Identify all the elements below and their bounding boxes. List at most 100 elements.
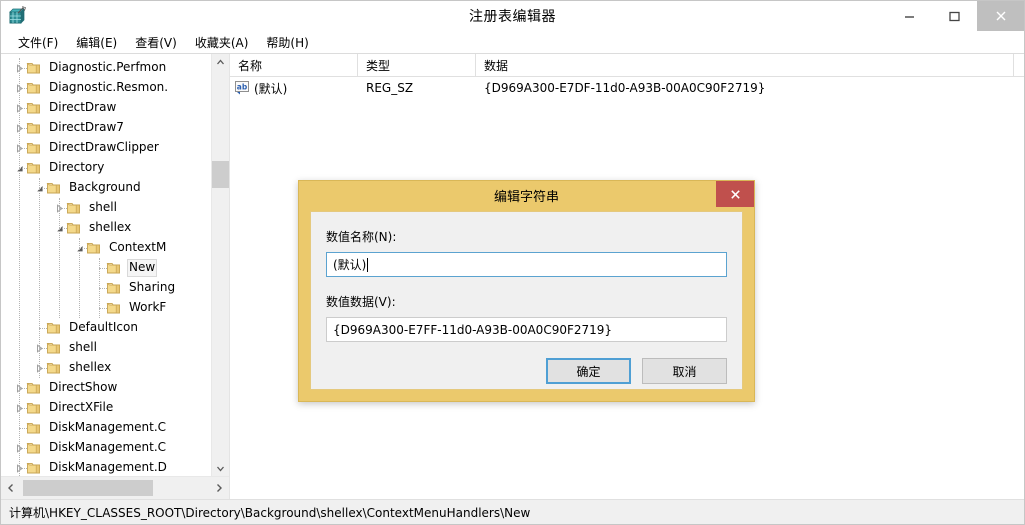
value-name-text: (默认)	[254, 81, 288, 96]
folder-icon	[46, 180, 62, 196]
tree-item-label: DiskManagement.C	[49, 420, 167, 434]
registry-editor-window: 注册表编辑器 文件(F) 编辑(E) 查看(V) 收藏夹(A) 帮助(H) Di…	[0, 0, 1025, 525]
tree-item-contextm[interactable]: ContextM	[1, 238, 212, 258]
minimize-button[interactable]	[887, 1, 932, 31]
folder-icon	[26, 380, 42, 396]
dialog-buttons: 确定 取消	[326, 358, 727, 384]
tree-item-diagnostic-perfmon[interactable]: Diagnostic.Perfmon	[1, 58, 212, 78]
ok-button[interactable]: 确定	[546, 358, 631, 384]
tree-item-label: New	[127, 259, 158, 277]
folder-icon	[26, 140, 42, 156]
tree-guide-line	[79, 238, 81, 318]
tree-vertical-scroll-thumb[interactable]	[212, 161, 229, 188]
tree-item-directdraw7[interactable]: DirectDraw7	[1, 118, 212, 138]
values-list-header: 名称 类型 数据	[230, 54, 1024, 77]
dialog-title: 编辑字符串	[493, 189, 559, 205]
tree-item-shellex[interactable]: shellex	[1, 358, 212, 378]
status-path: 计算机\HKEY_CLASSES_ROOT\Directory\Backgrou…	[9, 505, 531, 520]
value-data-input[interactable]: {D969A300-E7FF-11d0-A93B-00A0C90F2719}	[326, 317, 727, 342]
tree-item-diagnostic-resmon-[interactable]: Diagnostic.Resmon.	[1, 78, 212, 98]
folder-icon	[86, 240, 102, 256]
svg-text:ab: ab	[237, 82, 248, 91]
table-row[interactable]: ab (默认) REG_SZ {D969A300-E7DF-11d0-A93B-…	[230, 77, 1024, 99]
folder-icon	[46, 320, 62, 336]
window-controls	[887, 1, 1024, 31]
folder-icon	[26, 60, 42, 76]
column-header-type[interactable]: 类型	[358, 54, 476, 76]
tree-guide-connector	[19, 68, 27, 70]
folder-icon	[66, 220, 82, 236]
value-name-input-text: (默认)	[333, 258, 367, 272]
menu-edit[interactable]: 编辑(E)	[67, 32, 126, 54]
tree-item-label: ContextM	[109, 240, 167, 254]
tree-guide-connector	[99, 288, 107, 290]
tree-guide-connector	[19, 428, 27, 430]
tree-guide-connector	[79, 248, 87, 250]
dialog-titlebar: 编辑字符串	[299, 181, 754, 209]
value-name-input[interactable]: (默认)	[326, 252, 727, 277]
column-header-name[interactable]: 名称	[230, 54, 358, 76]
tree-item-diskmanagement-c[interactable]: DiskManagement.C	[1, 418, 212, 438]
tree-guide-connector	[59, 208, 67, 210]
value-data-input-text: {D969A300-E7FF-11d0-A93B-00A0C90F2719}	[333, 322, 613, 337]
tree-guide-connector	[19, 88, 27, 90]
tree-item-shell[interactable]: shell	[1, 338, 212, 358]
tree-guide-connector	[19, 468, 27, 470]
tree-horizontal-scrollbar[interactable]	[1, 476, 229, 499]
tree-item-directdraw[interactable]: DirectDraw	[1, 98, 212, 118]
tree-guide-connector	[59, 228, 67, 230]
column-header-data[interactable]: 数据	[476, 54, 1014, 76]
menu-favorites[interactable]: 收藏夹(A)	[186, 32, 258, 54]
main-content: Diagnostic.Perfmon Diagnostic.Resmon. Dire…	[1, 54, 1024, 499]
tree-item-shell[interactable]: shell	[1, 198, 212, 218]
tree-item-shellex[interactable]: shellex	[1, 218, 212, 238]
scroll-down-icon[interactable]	[212, 460, 229, 477]
folder-icon	[46, 340, 62, 356]
tree-item-label: WorkF	[129, 300, 167, 314]
tree-item-directshow[interactable]: DirectShow	[1, 378, 212, 398]
value-name-cell: ab (默认)	[230, 80, 358, 97]
maximize-button[interactable]	[932, 1, 977, 31]
tree-item-defaulticon[interactable]: DefaultIcon	[1, 318, 212, 338]
tree-item-label: DirectDrawClipper	[49, 140, 159, 154]
dialog-body: 数值名称(N): (默认) 数值数据(V): {D969A300-E7FF-11…	[310, 211, 743, 390]
tree-item-background[interactable]: Background	[1, 178, 212, 198]
tree-guide-connector	[19, 408, 27, 410]
tree-item-directdrawclipper[interactable]: DirectDrawClipper	[1, 138, 212, 158]
tree-item-label: DirectShow	[49, 380, 118, 394]
menu-file[interactable]: 文件(F)	[9, 32, 67, 54]
menu-view[interactable]: 查看(V)	[126, 32, 186, 54]
tree-item-label: shell	[89, 200, 117, 214]
tree-item-label: DiskManagement.D	[49, 460, 167, 474]
folder-icon	[106, 280, 122, 296]
scroll-up-icon[interactable]	[212, 54, 229, 71]
scroll-left-icon[interactable]	[1, 478, 21, 499]
folder-icon	[26, 100, 42, 116]
tree-guide-connector	[19, 168, 27, 170]
tree-item-label: Diagnostic.Resmon.	[49, 80, 169, 94]
edit-string-dialog: 编辑字符串 数值名称(N): (默认) 数值数据(V): {D969A300-E…	[298, 180, 755, 402]
tree-item-diskmanagement-c[interactable]: DiskManagement.C	[1, 438, 212, 458]
menu-help[interactable]: 帮助(H)	[257, 32, 317, 54]
tree-item-directory[interactable]: Directory	[1, 158, 212, 178]
tree-guide-connector	[19, 128, 27, 130]
cancel-button[interactable]: 取消	[642, 358, 727, 384]
tree-item-label: shell	[69, 340, 97, 354]
tree-vertical-scrollbar[interactable]	[211, 54, 229, 477]
folder-icon	[26, 460, 42, 476]
text-caret	[367, 257, 369, 272]
tree-item-diskmanagement-d[interactable]: DiskManagement.D	[1, 458, 212, 477]
tree-guide-connector	[19, 388, 27, 390]
tree-horizontal-scroll-thumb[interactable]	[23, 480, 153, 496]
folder-icon	[26, 120, 42, 136]
folder-icon	[26, 420, 42, 436]
tree-item-directxfile[interactable]: DirectXFile	[1, 398, 212, 418]
folder-icon	[66, 200, 82, 216]
registry-tree[interactable]: Diagnostic.Perfmon Diagnostic.Resmon. Dire…	[1, 54, 212, 477]
close-button[interactable]	[977, 1, 1024, 31]
scroll-right-icon[interactable]	[209, 478, 229, 499]
dialog-close-button[interactable]	[716, 181, 754, 207]
tree-guide-line	[19, 58, 21, 477]
tree-guide-connector	[99, 268, 107, 270]
registry-tree-pane: Diagnostic.Perfmon Diagnostic.Resmon. Dire…	[1, 54, 230, 499]
